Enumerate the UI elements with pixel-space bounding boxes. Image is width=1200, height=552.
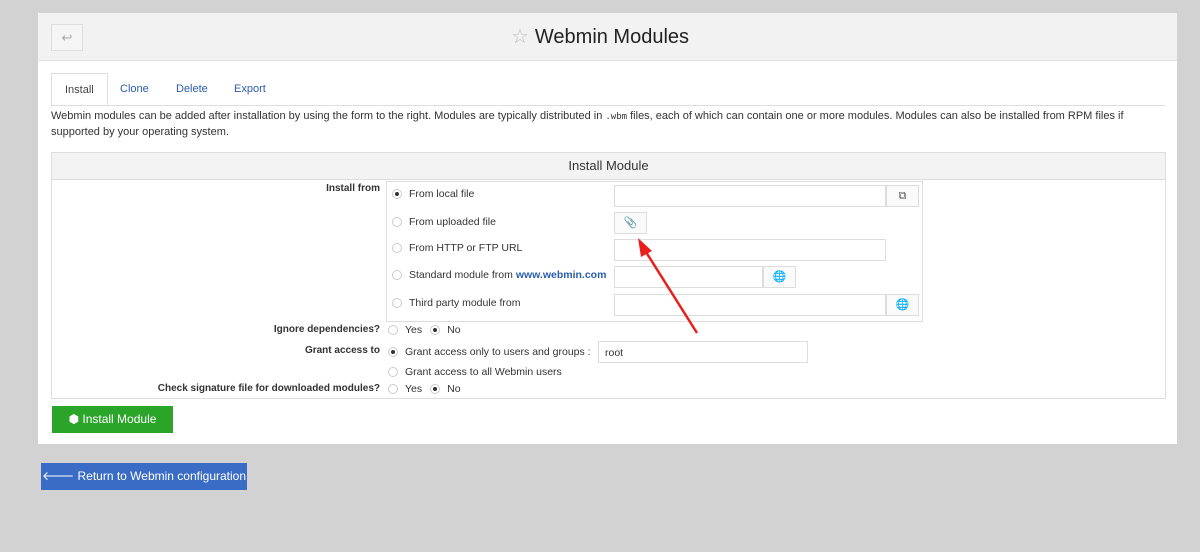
annotation-arrow bbox=[638, 238, 699, 334]
